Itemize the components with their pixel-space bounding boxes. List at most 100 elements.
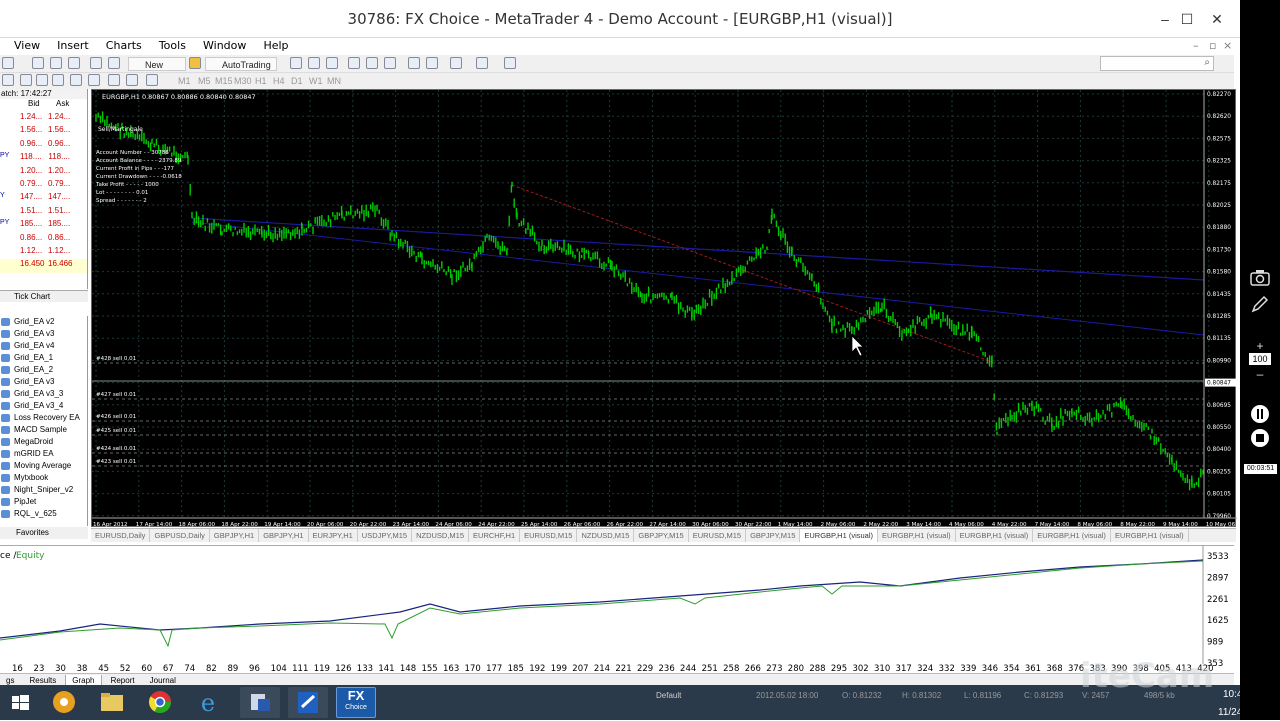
autoscroll-icon[interactable] [408, 57, 420, 69]
text-icon[interactable] [108, 74, 120, 86]
market-watch-row[interactable]: Y 147.... 147.... [0, 192, 87, 205]
internet-explorer-icon[interactable]: e [188, 687, 228, 718]
cursor-icon[interactable] [2, 74, 14, 86]
market-watch-row[interactable]: 1.56... 1.56... [0, 125, 87, 138]
market-watch-row[interactable]: 0.96... 0.96... [0, 139, 87, 152]
navigator-ea-item[interactable]: Moving Average [0, 460, 87, 472]
chrome-canary-icon[interactable] [44, 687, 84, 718]
zoom-out-rec-icon[interactable]: – [1248, 362, 1272, 386]
chart-tab[interactable]: NZDUSD,M15 [577, 529, 635, 542]
channel-icon[interactable] [70, 74, 82, 86]
chart-tab[interactable]: USDJPY,M15 [358, 529, 413, 542]
arrows-icon[interactable] [146, 74, 158, 86]
zoom-out-icon[interactable] [366, 57, 378, 69]
menu-help[interactable]: Help [256, 38, 295, 54]
trendline-icon[interactable] [52, 74, 64, 86]
tf-d1[interactable]: D1 [291, 74, 303, 88]
chart-tab[interactable]: EURCHF,H1 [469, 529, 521, 542]
candlestick-icon[interactable] [308, 57, 320, 69]
chrome-icon[interactable] [140, 687, 180, 718]
search-icon[interactable]: ⌕ [1204, 57, 1210, 68]
tf-mn[interactable]: MN [327, 74, 341, 88]
tf-m5[interactable]: M5 [198, 74, 211, 88]
chart-tab[interactable]: EURUSD,M15 [520, 529, 578, 542]
crosshair-icon[interactable] [50, 57, 62, 69]
chart-tab[interactable]: GBPJPY,H1 [259, 529, 309, 542]
navigator-ea-item[interactable]: Night_Sniper_v2 [0, 484, 87, 496]
new-chart-icon[interactable] [2, 57, 14, 69]
market-watch-row[interactable]: 1.51... 1.51... [0, 206, 87, 219]
templates-icon[interactable] [504, 57, 516, 69]
navigator-ea-item[interactable]: Loss Recovery EA [0, 412, 87, 424]
metaeditor-icon[interactable] [189, 57, 201, 69]
pen-icon[interactable] [1248, 292, 1272, 316]
text-label-icon[interactable] [126, 74, 138, 86]
windows-start-icon[interactable] [6, 687, 36, 718]
stop-icon[interactable] [1248, 426, 1272, 450]
chart-tab[interactable]: GBPJPY,H1 [210, 529, 260, 542]
navigator-ea-item[interactable]: Grid_EA v2 [0, 316, 87, 328]
chart-tab[interactable]: EURGBP,H1 (visual) [1033, 529, 1111, 542]
autotrading-button[interactable]: AutoTrading [205, 57, 277, 71]
chart-tab[interactable]: EURUSD,Daily [91, 529, 151, 542]
indicators-icon[interactable] [450, 57, 462, 69]
chart-tab[interactable]: EURGBP,H1 (visual) [878, 529, 956, 542]
market-watch-row[interactable]: 1.24... 1.24... [0, 112, 87, 125]
tf-m15[interactable]: M15 [215, 74, 233, 88]
navigator-ea-item[interactable]: Grid_EA_1 [0, 352, 87, 364]
market-watch-row[interactable]: 1.20... 1.20... [0, 166, 87, 179]
zoom-in-icon[interactable] [348, 57, 360, 69]
market-watch-row[interactable]: 16.450 16.466 [0, 259, 87, 273]
price-chart[interactable]: EURGBP,H1 0.80867 0.80886 0.80840 0.8084… [92, 90, 1245, 528]
chart-tab[interactable]: GBPUSD,Daily [150, 529, 210, 542]
pause-icon[interactable] [1248, 402, 1272, 426]
chart-tab[interactable]: EURGBP,H1 (visual) [956, 529, 1034, 542]
fibonacci-icon[interactable] [88, 74, 100, 86]
menu-charts[interactable]: Charts [99, 38, 149, 54]
navigator-ea-item[interactable]: Grid_EA v3_3 [0, 388, 87, 400]
chart-tab[interactable]: EURJPY,H1 [309, 529, 358, 542]
col-ask[interactable]: Ask [56, 99, 69, 108]
market-watch-row[interactable]: 1.12... 1.12... [0, 246, 87, 259]
navigator-ea-item[interactable]: MegaDroid [0, 436, 87, 448]
navigator-ea-item[interactable]: Mytxbook [0, 472, 87, 484]
tf-m1[interactable]: M1 [178, 74, 191, 88]
market-watch-row[interactable]: PY 118.... 118.... [0, 152, 87, 165]
menu-view[interactable]: View [0, 38, 47, 54]
fx-choice-taskbar-button[interactable]: FX Choice [336, 687, 376, 718]
navigator-ea-item[interactable]: mGRID EA [0, 448, 87, 460]
market-watch-row[interactable]: 0.79... 0.79... [0, 179, 87, 192]
market-watch-row[interactable]: 0.86... 0.86... [0, 233, 87, 246]
navigator-ea-item[interactable]: Grid_EA_2 [0, 364, 87, 376]
line-chart-icon[interactable] [326, 57, 338, 69]
menu-tools[interactable]: Tools [152, 38, 193, 54]
navigator-icon[interactable] [68, 57, 80, 69]
camera-icon[interactable] [1248, 266, 1272, 290]
tf-h4[interactable]: H4 [273, 74, 285, 88]
favorites-tab[interactable]: Favorites [16, 528, 49, 537]
periods-icon[interactable] [476, 57, 488, 69]
navigator-ea-item[interactable]: Grid_EA v3_4 [0, 400, 87, 412]
search-input[interactable]: ⌕ [1100, 56, 1214, 71]
navigator-ea-item[interactable]: Grid_EA v3 [0, 376, 87, 388]
chart-tab[interactable]: GBPJPY,M15 [746, 529, 801, 542]
navigator-ea-item[interactable]: Grid_EA v3 [0, 328, 87, 340]
file-explorer-icon[interactable] [92, 687, 132, 718]
navigator-ea-item[interactable]: Grid_EA v4 [0, 340, 87, 352]
tick-chart-tab[interactable]: Tick Chart [14, 292, 50, 301]
bar-chart-icon[interactable] [290, 57, 302, 69]
menu-insert[interactable]: Insert [50, 38, 96, 54]
navigator-ea-item[interactable]: PipJet [0, 496, 87, 508]
chart-tab[interactable]: EURGBP,H1 (visual) [800, 529, 879, 542]
vertical-line-icon[interactable] [20, 74, 32, 86]
tester-icon[interactable] [108, 57, 120, 69]
chart-tab[interactable]: NZDUSD,M15 [412, 529, 470, 542]
maximize-button[interactable]: ☐ [1173, 8, 1201, 30]
terminal-icon[interactable] [90, 57, 102, 69]
navigator-ea-item[interactable]: RQL_v_625 [0, 508, 87, 520]
new-order-button[interactable]: New Order [128, 57, 186, 84]
metaeditor-taskbar-icon[interactable] [288, 687, 328, 718]
chart-tab[interactable]: EURUSD,M15 [689, 529, 747, 542]
horizontal-line-icon[interactable] [36, 74, 48, 86]
profiles-icon[interactable] [32, 57, 44, 69]
